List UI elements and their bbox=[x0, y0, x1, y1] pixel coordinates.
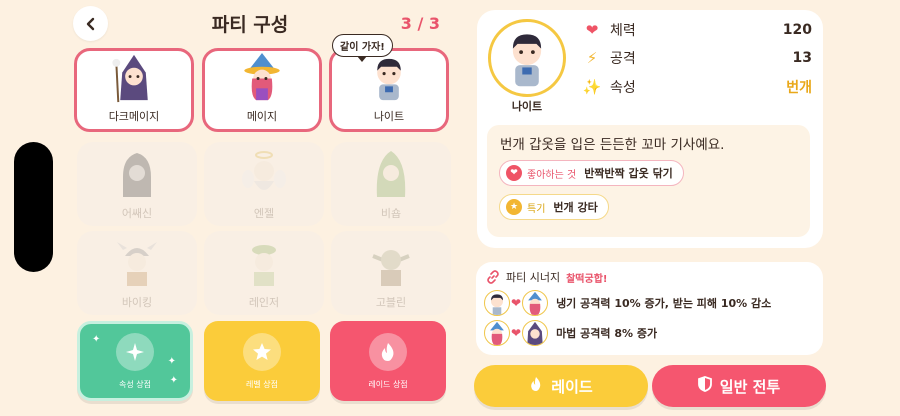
back-button[interactable] bbox=[73, 6, 108, 41]
heart-icon: ❤ bbox=[506, 165, 522, 181]
party-slot-ranger[interactable]: 레인저 bbox=[204, 231, 324, 315]
party-slot-goblin[interactable]: 고블린 bbox=[331, 231, 451, 315]
stat-value: 120 bbox=[782, 22, 812, 38]
shop-label: 레벨 상점 bbox=[246, 379, 278, 389]
slot-label: 어쌔신 bbox=[121, 207, 153, 220]
stat-label: 공격 bbox=[610, 51, 636, 67]
party-slot-bishop[interactable]: 비숍 bbox=[331, 142, 451, 226]
knight-icon bbox=[512, 34, 542, 87]
mage-icon bbox=[484, 320, 510, 346]
mage-icon bbox=[522, 290, 549, 316]
level-shop-button[interactable]: 레벨 상점 bbox=[204, 321, 320, 401]
raid-button-label: 레이드 bbox=[551, 377, 593, 396]
raid-button[interactable]: 레이드 bbox=[474, 365, 648, 407]
speech-bubble: 같이 가자! bbox=[332, 34, 393, 62]
party-slot-dark-mage[interactable]: 다크메이지 bbox=[74, 48, 194, 132]
battle-button-label: 일반 전투 bbox=[719, 377, 781, 396]
stat-value: 번개 bbox=[786, 80, 812, 96]
sparkle-decoration-icon: ✦ bbox=[169, 375, 178, 386]
dark-mage-icon bbox=[522, 320, 549, 346]
like-label: 좋아하는 것 bbox=[527, 169, 577, 181]
character-avatar bbox=[488, 19, 566, 97]
synergy-title-row: 파티 시너지 찰떡궁합! bbox=[486, 269, 607, 285]
synergy-title: 파티 시너지 bbox=[506, 271, 561, 284]
sparkle-decoration-icon: ✦ bbox=[167, 356, 176, 367]
flame-icon bbox=[369, 332, 407, 371]
sparkle-decoration-icon: ✦ bbox=[92, 334, 101, 345]
stat-label: 체력 bbox=[610, 23, 636, 39]
viking-icon bbox=[117, 242, 157, 286]
slot-label: 바이킹 bbox=[121, 296, 153, 309]
ranger-icon bbox=[252, 245, 276, 286]
shop-label: 속성 상점 bbox=[119, 379, 151, 389]
party-slot-assassin[interactable]: 어쌔신 bbox=[77, 142, 197, 226]
synergy-effect: 냉기 공격력 10% 증가, 받는 피해 10% 감소 bbox=[556, 297, 772, 310]
device-notch bbox=[14, 142, 53, 272]
mage-icon bbox=[244, 52, 280, 101]
synergy-row: ❤ 냉기 공격력 10% 증가, 받는 피해 10% 감소 bbox=[484, 290, 771, 316]
stat-hp: ❤ 체력 120 bbox=[582, 19, 812, 41]
bishop-icon bbox=[376, 151, 406, 197]
like-pill: ❤ 좋아하는 것 반짝반짝 갑옷 닦기 bbox=[499, 160, 684, 186]
normal-battle-button[interactable]: 일반 전투 bbox=[652, 365, 826, 407]
star-icon bbox=[243, 332, 281, 371]
knight-icon bbox=[484, 290, 510, 316]
skill-pill: ★ 특기 번개 강타 bbox=[499, 194, 609, 220]
slot-label: 다크메이지 bbox=[108, 110, 160, 123]
synergy-row: ❤ 마법 공격력 8% 증가 bbox=[484, 320, 657, 346]
goblin-icon bbox=[372, 250, 410, 286]
assassin-icon bbox=[123, 153, 151, 197]
attribute-shop-button[interactable]: ✦ ✦ ✦ 속성 상점 bbox=[77, 321, 193, 401]
bolt-icon: ⚡ bbox=[586, 49, 598, 67]
slot-label: 메이지 bbox=[246, 110, 278, 123]
chevron-left-icon bbox=[86, 17, 94, 30]
synergy-badge: 찰떡궁합! bbox=[566, 273, 608, 285]
heart-icon: ❤ bbox=[511, 296, 522, 310]
stat-value: 13 bbox=[792, 50, 812, 66]
party-slot-angel[interactable]: 엔젤 bbox=[204, 142, 324, 226]
link-icon bbox=[487, 270, 499, 284]
character-description: 번개 갑옷을 입은 든든한 꼬마 기사예요. bbox=[500, 137, 725, 153]
skill-value: 번개 강타 bbox=[553, 201, 598, 214]
like-value: 반짝반짝 갑옷 닦기 bbox=[584, 167, 673, 180]
party-slot-mage[interactable]: 메이지 bbox=[202, 48, 322, 132]
raid-shop-button[interactable]: 레이드 상점 bbox=[330, 321, 446, 401]
shop-label: 레이드 상점 bbox=[368, 379, 408, 389]
heart-icon: ❤ bbox=[585, 21, 599, 39]
slot-label: 나이트 bbox=[373, 110, 405, 123]
synergy-effect: 마법 공격력 8% 증가 bbox=[556, 327, 658, 340]
slot-label: 고블린 bbox=[375, 296, 407, 309]
flame-icon bbox=[529, 376, 543, 396]
star-icon: ★ bbox=[506, 199, 522, 215]
stat-attack: ⚡ 공격 13 bbox=[582, 47, 812, 69]
slot-label: 엔젤 bbox=[253, 207, 275, 220]
slot-label: 비숍 bbox=[380, 207, 402, 220]
angel-icon bbox=[242, 151, 286, 190]
shield-icon bbox=[697, 376, 712, 396]
knight-icon bbox=[377, 58, 401, 101]
skill-label: 특기 bbox=[527, 203, 546, 215]
heart-icon: ❤ bbox=[511, 326, 522, 340]
character-name: 나이트 bbox=[511, 100, 543, 113]
stat-label: 속성 bbox=[610, 80, 636, 96]
stat-element: ✨ 속성 번개 bbox=[582, 76, 812, 98]
party-slot-knight[interactable]: 나이트 bbox=[329, 48, 449, 132]
party-slot-viking[interactable]: 바이킹 bbox=[77, 231, 197, 315]
dark-mage-icon bbox=[112, 54, 148, 103]
slot-label: 레인저 bbox=[248, 296, 280, 309]
party-count: 3 / 3 bbox=[400, 14, 440, 33]
sparkle-icon: ✨ bbox=[582, 78, 602, 96]
page-title: 파티 구성 bbox=[211, 14, 289, 36]
sparkle-icon bbox=[116, 332, 154, 371]
